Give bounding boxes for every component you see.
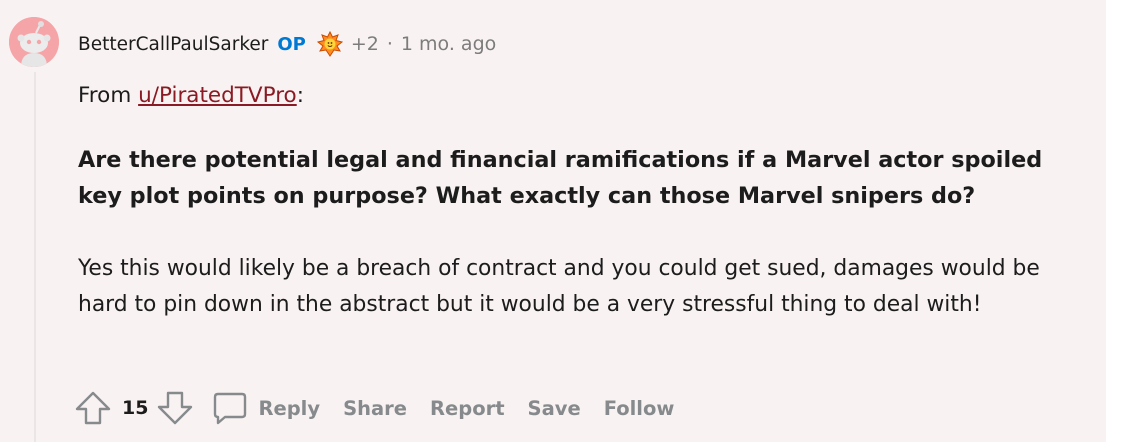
op-badge: OP [277, 33, 306, 55]
username-link[interactable]: BetterCallPaulSarker [78, 34, 268, 55]
quoted-question: Are there potential legal and financial … [78, 147, 1043, 209]
share-button[interactable]: Share [343, 397, 407, 420]
reddit-avatar-icon [9, 17, 59, 67]
comment-bubble-icon [214, 392, 247, 425]
downvote-icon[interactable] [156, 389, 194, 427]
comment-intro: From u/PiratedTVPro: [78, 78, 1088, 114]
separator: · [386, 33, 393, 55]
reply-label: Reply [258, 396, 321, 420]
user-avatar[interactable] [9, 17, 59, 67]
save-button[interactable]: Save [528, 397, 581, 420]
timestamp[interactable]: 1 mo. ago [401, 33, 496, 55]
reply-button[interactable]: Reply [212, 391, 320, 425]
award-icon[interactable] [315, 29, 345, 59]
user-mention-link[interactable]: u/PiratedTVPro [138, 83, 297, 108]
intro-prefix: From [78, 83, 139, 108]
follow-button[interactable]: Follow [604, 397, 675, 420]
comment-card: BetterCallPaulSarker OP +2 · 1 mo. ago F… [0, 0, 1106, 442]
comment-answer: Yes this would likely be a breach of con… [78, 256, 1040, 317]
comment-actions: 15 Reply Share Report Save Follow [74, 388, 674, 428]
upvote-icon[interactable] [74, 389, 112, 427]
award-count: +2 [350, 33, 379, 55]
vote-count: 15 [122, 397, 149, 419]
report-button[interactable]: Report [430, 397, 505, 420]
thread-line[interactable] [34, 72, 36, 442]
comment-header: BetterCallPaulSarker OP +2 · 1 mo. ago [78, 29, 496, 59]
intro-suffix: : [296, 83, 304, 108]
